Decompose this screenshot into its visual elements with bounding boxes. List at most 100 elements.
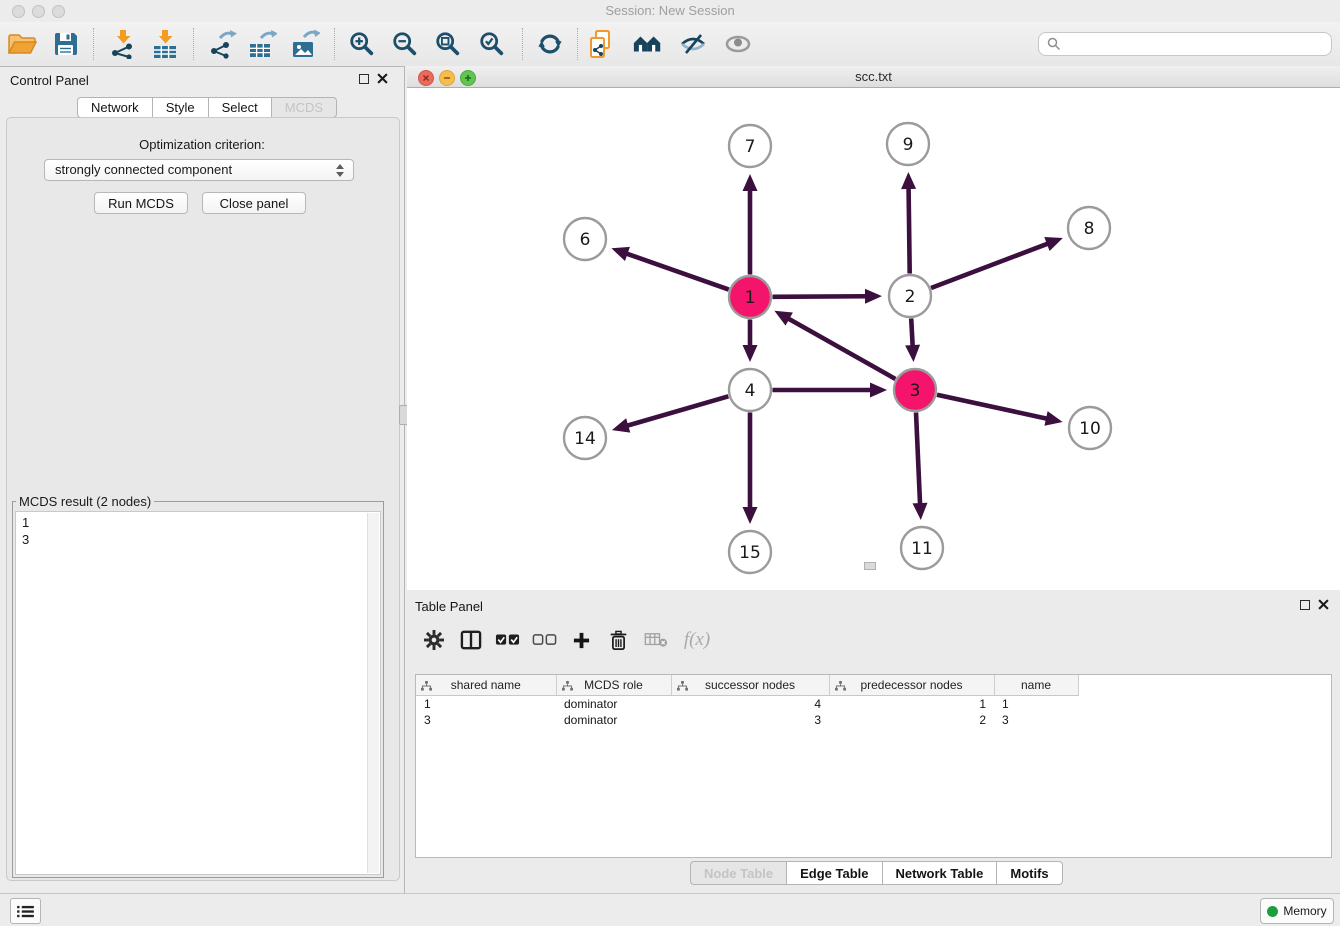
close-window-icon[interactable] — [12, 5, 25, 18]
cell-successor-nodes[interactable]: 4 — [671, 696, 829, 713]
tab-network-table[interactable]: Network Table — [882, 861, 997, 885]
table-panel: Table Panel f(x) — [407, 590, 1340, 893]
cell-name[interactable]: 1 — [994, 696, 1078, 713]
clone-network-icon[interactable] — [582, 25, 618, 63]
tab-node-table[interactable]: Node Table — [690, 861, 786, 885]
table-panel-tabs: Node Table Edge Table Network Table Moti… — [690, 861, 1063, 885]
network-window-titlebar: scc.txt — [407, 66, 1340, 88]
close-panel-button[interactable]: Close panel — [202, 192, 306, 214]
zoom-in-icon[interactable] — [344, 25, 380, 63]
minimize-network-icon[interactable] — [439, 70, 455, 86]
graph-edge-2-9[interactable] — [909, 186, 910, 274]
show-all-networks-icon[interactable] — [630, 25, 666, 63]
application-window: { "window": { "title": "Session: New Ses… — [0, 0, 1340, 926]
hide-selected-icon[interactable] — [675, 25, 711, 63]
edge-arrow-icon — [870, 383, 887, 398]
mcds-result-list[interactable]: 1 3 — [15, 511, 381, 875]
tab-edge-table[interactable]: Edge Table — [786, 861, 881, 885]
cell-predecessor-nodes[interactable]: 1 — [829, 696, 994, 713]
close-network-icon[interactable] — [418, 70, 434, 86]
optimization-criterion-select[interactable]: strongly connected component — [44, 159, 354, 181]
show-hidden-icon[interactable] — [720, 25, 756, 63]
node-label: 6 — [580, 230, 591, 250]
minimize-window-icon[interactable] — [32, 5, 45, 18]
graph-edge-2-8[interactable] — [931, 243, 1050, 288]
graph-edge-1-6[interactable] — [625, 253, 729, 290]
search-input[interactable] — [1065, 34, 1331, 54]
zoom-fit-icon[interactable] — [430, 25, 466, 63]
import-network-icon[interactable] — [105, 25, 141, 63]
tab-style[interactable]: Style — [152, 97, 208, 118]
table-row[interactable]: 1 dominator 4 1 1 — [416, 696, 1078, 713]
zoom-window-icon[interactable] — [52, 5, 65, 18]
cell-shared-name[interactable]: 3 — [416, 712, 556, 728]
export-network-icon[interactable] — [205, 25, 241, 63]
open-session-icon[interactable] — [4, 25, 40, 63]
status-bar: Memory — [0, 893, 1340, 926]
graph-edge-2-3[interactable] — [911, 318, 913, 348]
tab-select[interactable]: Select — [208, 97, 271, 118]
cell-mcds-role[interactable]: dominator — [556, 712, 671, 728]
delete-column-icon[interactable] — [600, 622, 637, 658]
column-header-mcds-role[interactable]: MCDS role — [556, 675, 671, 696]
edge-arrow-icon — [1044, 237, 1063, 251]
node-label: 11 — [911, 539, 933, 559]
delete-table-icon — [637, 622, 674, 658]
close-panel-icon[interactable] — [377, 73, 388, 84]
main-titlebar: Session: New Session — [0, 0, 1340, 23]
node-label: 7 — [745, 137, 756, 157]
graph-edge-3-10[interactable] — [937, 395, 1049, 419]
edge-arrow-icon — [905, 345, 920, 362]
task-history-button[interactable] — [10, 898, 41, 924]
export-image-icon[interactable] — [287, 25, 323, 63]
graph-edge-4-14[interactable] — [625, 396, 728, 426]
tab-motifs[interactable]: Motifs — [996, 861, 1062, 885]
zoom-selected-icon[interactable] — [474, 25, 510, 63]
float-panel-icon[interactable] — [359, 74, 369, 84]
result-scrollbar[interactable] — [367, 513, 379, 873]
column-header-shared-name[interactable]: shared name — [416, 675, 556, 696]
zoom-network-icon[interactable] — [460, 70, 476, 86]
table-row[interactable]: 3 dominator 3 2 3 — [416, 712, 1078, 728]
graph-edge-1-2[interactable] — [772, 296, 868, 297]
network-window-title: scc.txt — [407, 66, 1340, 88]
add-column-icon[interactable] — [563, 622, 600, 658]
network-canvas[interactable]: 7968124314101511 — [407, 88, 1340, 590]
tab-network[interactable]: Network — [77, 97, 152, 118]
column-header-predecessor-nodes[interactable]: predecessor nodes — [829, 675, 994, 696]
import-table-icon[interactable] — [147, 25, 183, 63]
network-graph: 7968124314101511 — [407, 88, 1340, 590]
tab-mcds[interactable]: MCDS — [271, 97, 337, 118]
node-label: 15 — [739, 543, 761, 563]
network-splitter-handle[interactable] — [864, 562, 876, 570]
deselect-all-icon[interactable] — [526, 622, 563, 658]
cell-predecessor-nodes[interactable]: 2 — [829, 712, 994, 728]
optimization-criterion-label: Optimization criterion: — [0, 137, 404, 152]
column-header-name[interactable]: name — [994, 675, 1078, 696]
float-table-panel-icon[interactable] — [1300, 600, 1310, 610]
control-panel-tabs: Network Style Select MCDS — [77, 97, 337, 118]
node-table[interactable]: shared name MCDS role successor nodes pr… — [415, 674, 1332, 858]
column-header-successor-nodes[interactable]: successor nodes — [671, 675, 829, 696]
refresh-layout-icon[interactable] — [532, 25, 568, 63]
graph-edge-3-1[interactable] — [787, 318, 896, 379]
search-field[interactable] — [1038, 32, 1332, 56]
run-mcds-button[interactable]: Run MCDS — [94, 192, 188, 214]
export-table-icon[interactable] — [244, 25, 280, 63]
save-session-icon[interactable] — [48, 25, 84, 63]
cell-name[interactable]: 3 — [994, 712, 1078, 728]
toolbar-separator — [93, 28, 94, 60]
column-view-icon[interactable] — [452, 622, 489, 658]
memory-button[interactable]: Memory — [1260, 898, 1334, 924]
select-all-icon[interactable] — [489, 622, 526, 658]
close-table-panel-icon[interactable] — [1318, 599, 1329, 610]
cell-shared-name[interactable]: 1 — [416, 696, 556, 713]
node-label: 4 — [745, 381, 756, 401]
cell-successor-nodes[interactable]: 3 — [671, 712, 829, 728]
settings-gear-icon[interactable] — [415, 622, 452, 658]
cell-mcds-role[interactable]: dominator — [556, 696, 671, 713]
zoom-out-icon[interactable] — [387, 25, 423, 63]
graph-edge-3-11[interactable] — [916, 412, 920, 506]
edge-arrow-icon — [743, 174, 758, 191]
memory-status-icon — [1267, 906, 1278, 917]
